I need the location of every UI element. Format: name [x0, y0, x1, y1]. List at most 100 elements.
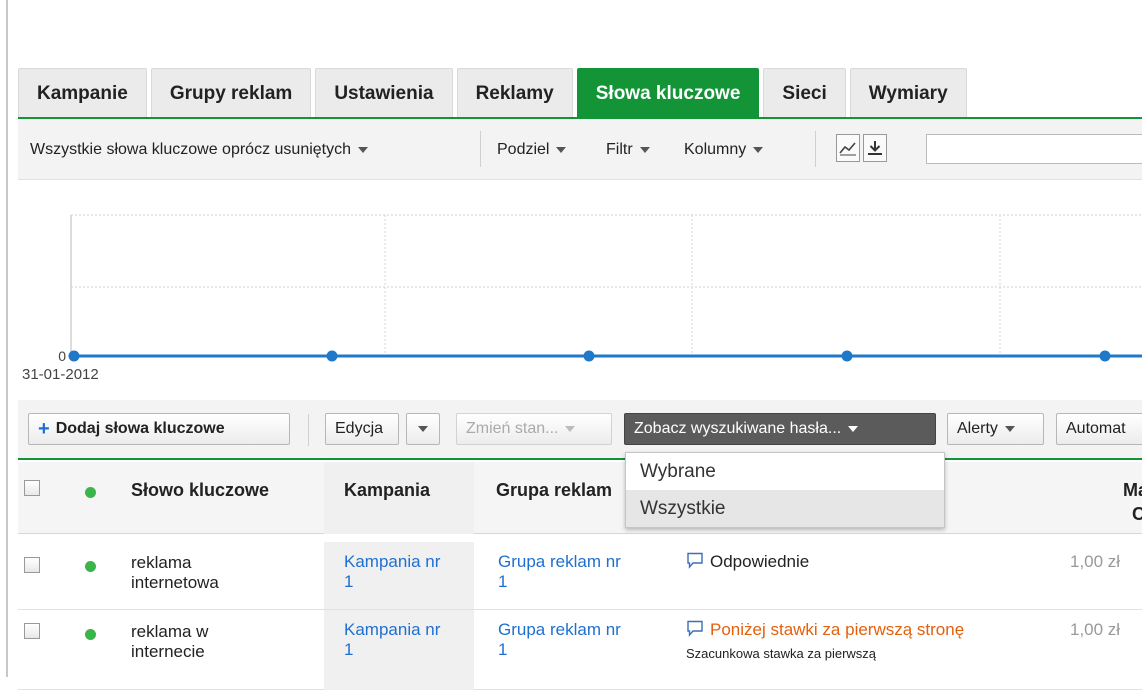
- change-status-button: Zmień stan...: [456, 413, 612, 445]
- campaign-link[interactable]: Kampania nr 1: [344, 552, 440, 592]
- plus-icon: +: [38, 417, 50, 440]
- add-keywords-label: Dodaj słowa kluczowe: [55, 420, 225, 437]
- download-icon: [868, 141, 882, 155]
- chevron-down-icon: [848, 426, 859, 432]
- max-cpc-cell[interactable]: 1,00 zł: [1070, 620, 1120, 640]
- ad-group-link[interactable]: Grupa reklam nr 1: [498, 620, 621, 660]
- chevron-down-icon: [358, 146, 369, 153]
- search-terms-menu: Wybrane Wszystkie: [625, 452, 945, 528]
- tab-campaigns[interactable]: Kampanie: [18, 68, 147, 118]
- keyword-text: reklama w: [131, 622, 209, 641]
- line-chart-icon: [839, 142, 856, 156]
- ad-group-link-text: 1: [498, 640, 508, 659]
- edit-button[interactable]: Edycja: [325, 413, 399, 445]
- keyword-cell: reklama internetowa: [131, 553, 219, 593]
- tab-dimensions[interactable]: Wymiary: [849, 68, 967, 118]
- campaign-link-text: 1: [344, 572, 354, 591]
- tab-keywords[interactable]: Słowa kluczowe: [576, 68, 760, 118]
- data-point: [326, 350, 338, 362]
- chevron-down-icon: [418, 426, 428, 432]
- change-status-label: Zmień stan...: [466, 420, 559, 437]
- automate-button[interactable]: Automat: [1056, 413, 1142, 445]
- ad-group-link-text: Grupa reklam nr: [498, 620, 621, 639]
- chart-x-label: 31-01-2012: [22, 366, 99, 383]
- toolbar-divider: [815, 131, 816, 167]
- menu-item-all[interactable]: Wszystkie: [626, 490, 944, 527]
- chart-svg: 0: [58, 214, 1142, 364]
- chevron-down-icon: [753, 146, 764, 153]
- max-cpc-cell[interactable]: 1,00 zł: [1070, 552, 1120, 572]
- table-row: reklama w internecie Kampania nr 1 Grupa…: [18, 610, 1142, 690]
- search-terms-button[interactable]: Zobacz wyszukiwane hasła...: [624, 413, 936, 445]
- tab-ad-groups[interactable]: Grupy reklam: [150, 68, 312, 118]
- chevron-down-icon: [565, 426, 576, 432]
- status-text: Odpowiednie: [710, 552, 810, 571]
- keyword-cell: reklama w internecie: [131, 622, 208, 662]
- campaign-link-text: 1: [344, 640, 354, 659]
- add-keywords-button[interactable]: + Dodaj słowa kluczowe: [28, 413, 290, 445]
- max-cpc-header-line2: C: [1132, 504, 1142, 524]
- filter-dropdown[interactable]: Filtr: [606, 119, 650, 180]
- alerts-label: Alerty: [957, 420, 998, 437]
- keyword-header[interactable]: Słowo kluczowe: [131, 480, 269, 501]
- tab-bar: Kampanie Grupy reklam Ustawienia Reklamy…: [18, 67, 1142, 118]
- row-checkbox[interactable]: [24, 557, 40, 573]
- automate-label: Automat: [1066, 420, 1126, 437]
- edit-label: Edycja: [335, 420, 384, 437]
- chevron-down-icon: [556, 146, 567, 153]
- campaign-link-text: Kampania nr: [344, 620, 441, 639]
- keyword-status: Poniżej stawki za pierwszą stronę Szacun…: [686, 620, 1066, 664]
- table-header: Słowo kluczowe Kampania Grupa reklam Ma …: [18, 462, 1142, 534]
- toolbar-divider: [480, 131, 481, 167]
- chevron-down-icon: [1004, 426, 1015, 432]
- row-checkbox[interactable]: [24, 623, 40, 639]
- keyword-text: internecie: [131, 642, 205, 661]
- search-input[interactable]: [926, 134, 1142, 164]
- data-point: [1099, 350, 1111, 362]
- data-point: [68, 350, 80, 362]
- speech-bubble-icon[interactable]: [686, 552, 704, 569]
- performance-chart: 0 31-01-2012: [0, 180, 1142, 400]
- status-dot-icon: [85, 629, 96, 640]
- tab-ads[interactable]: Reklamy: [456, 68, 573, 118]
- ad-group-link[interactable]: Grupa reklam nr 1: [498, 552, 621, 592]
- tab-settings[interactable]: Ustawienia: [315, 68, 453, 118]
- data-point: [583, 350, 595, 362]
- keyword-filter-label: Wszystkie słowa kluczowe oprócz usunięty…: [30, 140, 352, 158]
- chevron-down-icon: [639, 146, 650, 153]
- columns-label: Kolumny: [684, 140, 747, 158]
- select-all-checkbox[interactable]: [24, 480, 40, 496]
- keyword-filter-dropdown[interactable]: Wszystkie słowa kluczowe oprócz usunięty…: [30, 119, 369, 180]
- status-text: Poniżej stawki za pierwszą stronę: [710, 620, 965, 639]
- max-cpc-header[interactable]: Ma: [1123, 480, 1142, 501]
- data-point: [841, 350, 853, 362]
- download-button[interactable]: [863, 134, 887, 162]
- campaign-header[interactable]: Kampania: [344, 480, 430, 501]
- status-dot-icon: [85, 561, 96, 572]
- toolbar-divider: [308, 414, 309, 446]
- campaign-link[interactable]: Kampania nr 1: [344, 620, 440, 660]
- tab-networks[interactable]: Sieci: [763, 68, 846, 118]
- keyword-text: reklama: [131, 553, 192, 572]
- table-row: reklama internetowa Kampania nr 1 Grupa …: [18, 542, 1142, 610]
- status-note: Szacunkowa stawka za pierwszą: [686, 646, 877, 661]
- status-dot-icon: [85, 487, 96, 498]
- speech-bubble-icon[interactable]: [686, 620, 704, 637]
- menu-item-selected[interactable]: Wybrane: [626, 453, 944, 490]
- keyword-text: internetowa: [131, 573, 219, 592]
- campaign-link-text: Kampania nr: [344, 552, 441, 571]
- y-tick-label: 0: [58, 348, 66, 364]
- alerts-button[interactable]: Alerty: [947, 413, 1044, 445]
- segment-dropdown[interactable]: Podziel: [497, 119, 567, 180]
- ad-group-link-text: Grupa reklam nr: [498, 552, 621, 571]
- columns-dropdown[interactable]: Kolumny: [684, 119, 764, 180]
- keyword-status: Odpowiednie: [686, 552, 809, 572]
- chart-toggle-button[interactable]: [836, 134, 860, 162]
- action-toolbar: + Dodaj słowa kluczowe Edycja Zmień stan…: [18, 400, 1142, 460]
- segment-label: Podziel: [497, 140, 550, 158]
- ad-group-header[interactable]: Grupa reklam: [496, 480, 612, 501]
- edit-menu-button[interactable]: [406, 413, 440, 445]
- search-terms-label: Zobacz wyszukiwane hasła...: [634, 420, 842, 437]
- filter-label: Filtr: [606, 140, 633, 158]
- ad-group-link-text: 1: [498, 572, 508, 591]
